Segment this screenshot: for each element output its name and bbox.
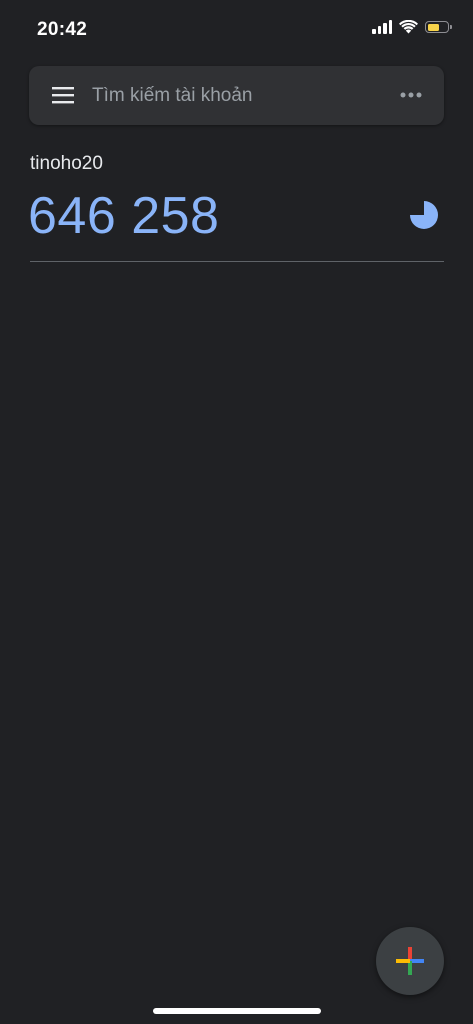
battery-icon xyxy=(425,21,452,33)
wifi-icon xyxy=(399,20,418,34)
cellular-signal-icon xyxy=(372,20,392,34)
more-horizontal-icon[interactable] xyxy=(400,92,422,98)
status-bar: 20:42 xyxy=(0,0,473,60)
hamburger-menu-icon[interactable] xyxy=(52,86,74,104)
add-account-button[interactable] xyxy=(376,927,444,995)
authenticator-screen: 20:42 Tìm kiếm tài khoản tinoho20 646 25… xyxy=(0,0,473,1024)
search-bar xyxy=(29,66,444,125)
account-list-item[interactable]: tinoho20 646 258 xyxy=(28,150,444,262)
account-name: tinoho20 xyxy=(30,153,103,174)
otp-code[interactable]: 646 258 xyxy=(28,186,219,246)
battery-level xyxy=(427,23,439,31)
countdown-timer-icon xyxy=(410,201,438,229)
home-indicator[interactable] xyxy=(153,1008,321,1014)
add-plus-icon xyxy=(396,947,424,975)
divider xyxy=(30,261,444,262)
search-input[interactable] xyxy=(92,66,382,125)
status-icons xyxy=(372,20,452,34)
status-time: 20:42 xyxy=(37,19,88,40)
